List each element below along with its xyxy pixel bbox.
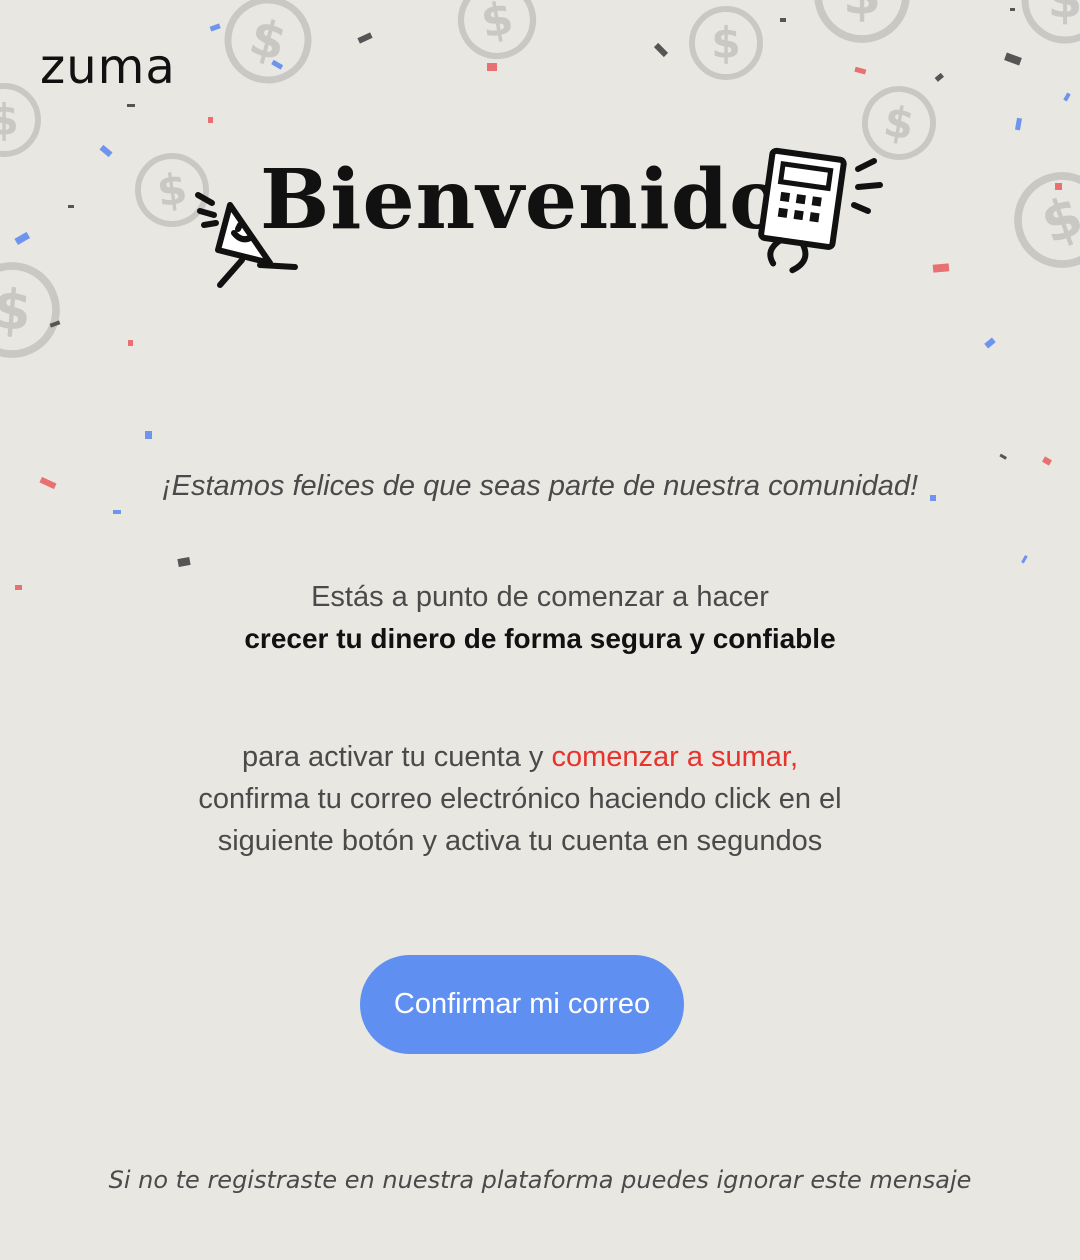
calculator-icon: [758, 147, 883, 274]
instructions-prefix: para activar tu cuenta y: [241, 741, 552, 773]
instructions-line-2: confirma tu correo electrónico haciendo …: [198, 783, 842, 815]
hero-section: Bienvenido: [0, 145, 1080, 295]
activation-instructions: para activar tu cuenta y comenzar a suma…: [140, 736, 900, 862]
welcome-title: Bienvenido: [260, 152, 785, 248]
intro-text: Estás a punto de comenzar a hacer crecer…: [0, 576, 1080, 660]
email-page: $: [0, 0, 1080, 1260]
instructions-accent: comenzar a sumar,: [551, 741, 799, 773]
disclaimer-note: Si no te registraste en nuestra platafor…: [108, 1166, 972, 1194]
intro-highlight: crecer tu dinero de forma segura y confi…: [244, 623, 836, 654]
zuma-logo: zuma: [40, 39, 176, 95]
welcome-tagline: ¡Estamos felices de que seas parte de nu…: [161, 470, 919, 502]
intro-line-1: Estás a punto de comenzar a hacer: [311, 581, 769, 613]
instructions-line-3: siguiente botón y activa tu cuenta en se…: [217, 825, 823, 857]
instructions-line-1: para activar tu cuenta y comenzar a suma…: [140, 736, 900, 778]
confirm-email-button[interactable]: Confirmar mi correo: [360, 955, 684, 1054]
